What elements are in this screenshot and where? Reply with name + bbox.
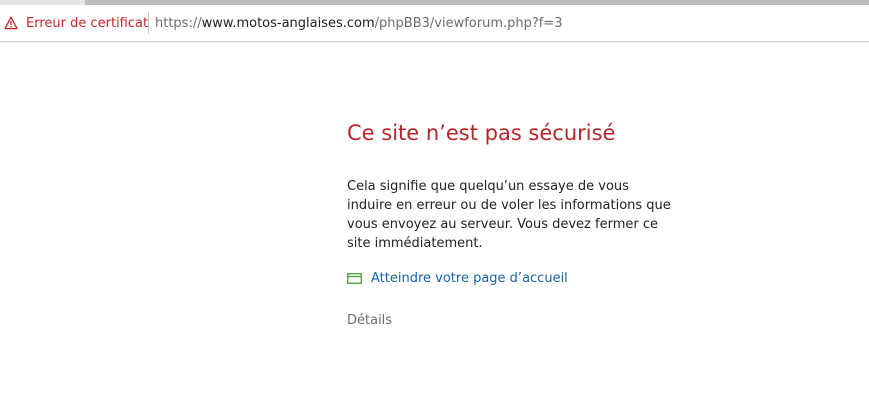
home-link-label: Atteindre votre page d’accueil — [371, 271, 568, 286]
details-link[interactable]: Détails — [347, 313, 392, 328]
url-field[interactable]: https://www.motos-anglaises.com/phpBB3/v… — [155, 5, 563, 41]
certificate-error-button[interactable]: Erreur de certificat — [4, 5, 148, 41]
address-bar[interactable]: Erreur de certificat https://www.motos-a… — [0, 5, 869, 42]
error-message: Cela signifie que quelqu’un essaye de vo… — [347, 179, 671, 251]
home-page-icon — [347, 273, 362, 284]
certificate-error-label: Erreur de certificat — [26, 15, 149, 31]
error-page-content: Ce site n’est pas sécurisé Cela signifie… — [347, 118, 677, 328]
page-title: Ce site n’est pas sécurisé — [347, 121, 616, 145]
address-bar-divider — [148, 12, 149, 34]
url-domain: www.motos-anglaises.com — [201, 15, 375, 31]
url-scheme: https:// — [155, 15, 202, 31]
url-path: /phpBB3/viewforum.php?f=3 — [374, 15, 563, 31]
go-to-home-page-link[interactable]: Atteindre votre page d’accueil — [347, 271, 677, 286]
warning-triangle-icon — [4, 16, 18, 30]
